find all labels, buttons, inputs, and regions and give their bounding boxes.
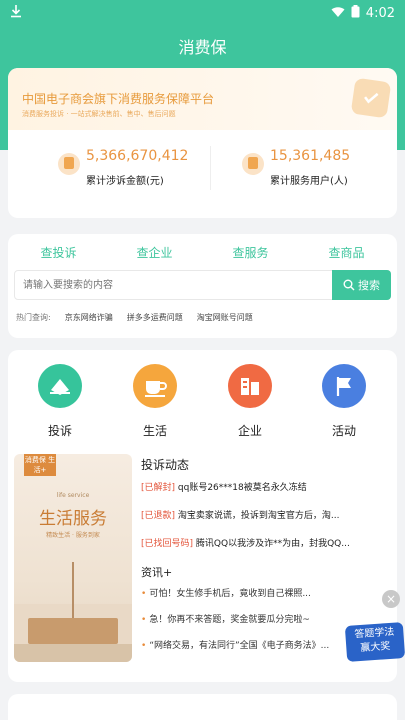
hot-label: 热门查询: (16, 313, 51, 322)
complaint-status: [已找回号码] (141, 539, 194, 549)
hot-item[interactable]: 淘宝网账号问题 (197, 312, 253, 323)
stat-amount-value: 5,366,670,412 (86, 148, 189, 164)
info-text: “网络交易，有法同行”全国《电子商务法》... (149, 641, 330, 651)
flag-icon (322, 364, 366, 408)
search-button-label: 搜索 (358, 279, 380, 292)
complaint-item[interactable]: [已找回号码] 腾讯QQ以我涉及诈**为由，封我QQ... (141, 536, 391, 549)
amount-icon (58, 153, 80, 175)
category-label: 企业 (237, 424, 262, 438)
info-item[interactable]: • 急！你再不来答题，奖金就要瓜分完啦~ (141, 612, 361, 625)
promo-floor (14, 644, 132, 662)
quiz-ad-button[interactable]: 答题学法 赢大奖 (344, 622, 405, 662)
category-label: 生活 (142, 424, 167, 438)
category-label: 投诉 (47, 424, 72, 438)
category-activity[interactable]: 活动 (314, 364, 374, 439)
page-title: 消费保 (178, 38, 227, 57)
close-icon[interactable]: × (382, 590, 400, 608)
tab-products[interactable]: 查商品 (298, 244, 395, 261)
tab-complaints[interactable]: 查投诉 (10, 244, 107, 261)
info-item[interactable]: • “网络交易，有法同行”全国《电子商务法》... (141, 638, 361, 651)
promo-subtitle: 精致生活 · 服务到家 (46, 532, 100, 539)
complaint-item[interactable]: [已退款] 淘宝卖家说谎，投诉到淘宝官方后，淘... (141, 508, 391, 521)
category-company[interactable]: 企业 (220, 364, 280, 439)
hot-item[interactable]: 京东网络诈骗 (65, 312, 113, 323)
search-button[interactable]: 搜索 (332, 270, 391, 300)
search-input[interactable] (15, 271, 333, 299)
category-life[interactable]: 生活 (125, 364, 185, 439)
info-title: 资讯+ (141, 566, 173, 579)
complaints-title: 投诉动态 (141, 458, 190, 472)
shield-check-icon (350, 77, 392, 119)
promo-cabinet (28, 618, 118, 644)
info-text: 可怕！女生修手机后，竟收到自己裸照... (149, 589, 311, 599)
download-icon (10, 4, 22, 22)
platform-title: 中国电子商会旗下消费服务保障平台 (22, 92, 215, 106)
users-icon (242, 153, 264, 175)
promo-english: life service (56, 492, 90, 499)
content-card: 投诉 生活 企业 活动 消费保 生活+ life service 生活服务 精致… (8, 350, 397, 682)
stat-divider (210, 146, 211, 190)
info-text: 急！你再不来答题，奖金就要瓜分完啦~ (149, 615, 310, 625)
building-icon (228, 364, 272, 408)
complaint-text: 腾讯QQ以我涉及诈**为由，封我QQ... (195, 539, 350, 549)
stat-amount-label: 累计涉诉金额(元) (86, 176, 164, 187)
tab-companies[interactable]: 查企业 (106, 244, 203, 261)
complaint-text: qq账号26***18被莫名永久冻结 (177, 483, 307, 493)
platform-subtitle: 消费服务投诉 · 一站式解决售前、售中、售后问题 (22, 110, 176, 118)
cup-icon (133, 364, 177, 408)
complaint-status: [已解封] (141, 483, 176, 493)
search-icon (343, 279, 355, 291)
info-item[interactable]: • 可怕！女生修手机后，竟收到自己裸照... (141, 586, 361, 599)
search-tabs: 查投诉 查企业 查服务 查商品 (8, 244, 397, 266)
hot-item[interactable]: 拼多多运费问题 (127, 312, 183, 323)
life-service-banner[interactable]: 消费保 生活+ life service 生活服务 精致生活 · 服务到家 (14, 454, 132, 662)
category-label: 活动 (331, 424, 356, 438)
search-box: 搜索 (14, 270, 391, 300)
clock-text: 4:02 (365, 6, 395, 21)
complaint-status: [已退款] (141, 511, 176, 521)
tab-services[interactable]: 查服务 (202, 244, 299, 261)
search-card: 查投诉 查企业 查服务 查商品 搜索 热门查询: 京东网络诈骗 拼多多运费问题 … (8, 234, 397, 338)
wifi-icon (331, 6, 345, 22)
stat-users-value: 15,361,485 (270, 148, 351, 164)
promo-tag: 消费保 生活+ (24, 454, 56, 476)
promo-lamp (72, 562, 74, 618)
next-card (8, 694, 397, 720)
battery-icon (351, 5, 360, 22)
complaint-item[interactable]: [已解封] qq账号26***18被莫名永久冻结 (141, 480, 391, 493)
hot-queries: 热门查询: 京东网络诈骗 拼多多运费问题 淘宝网账号问题 (16, 312, 253, 323)
promo-title: 生活服务 (39, 509, 107, 529)
category-complaint[interactable]: 投诉 (30, 364, 90, 439)
complaint-text: 淘宝卖家说谎，投诉到淘宝官方后，淘... (177, 511, 340, 521)
complaint-icon (38, 364, 82, 408)
platform-card: 中国电子商会旗下消费服务保障平台 消费服务投诉 · 一站式解决售前、售中、售后问… (8, 68, 397, 218)
status-bar: 4:02 (0, 0, 405, 26)
stat-users-label: 累计服务用户(人) (270, 176, 348, 187)
